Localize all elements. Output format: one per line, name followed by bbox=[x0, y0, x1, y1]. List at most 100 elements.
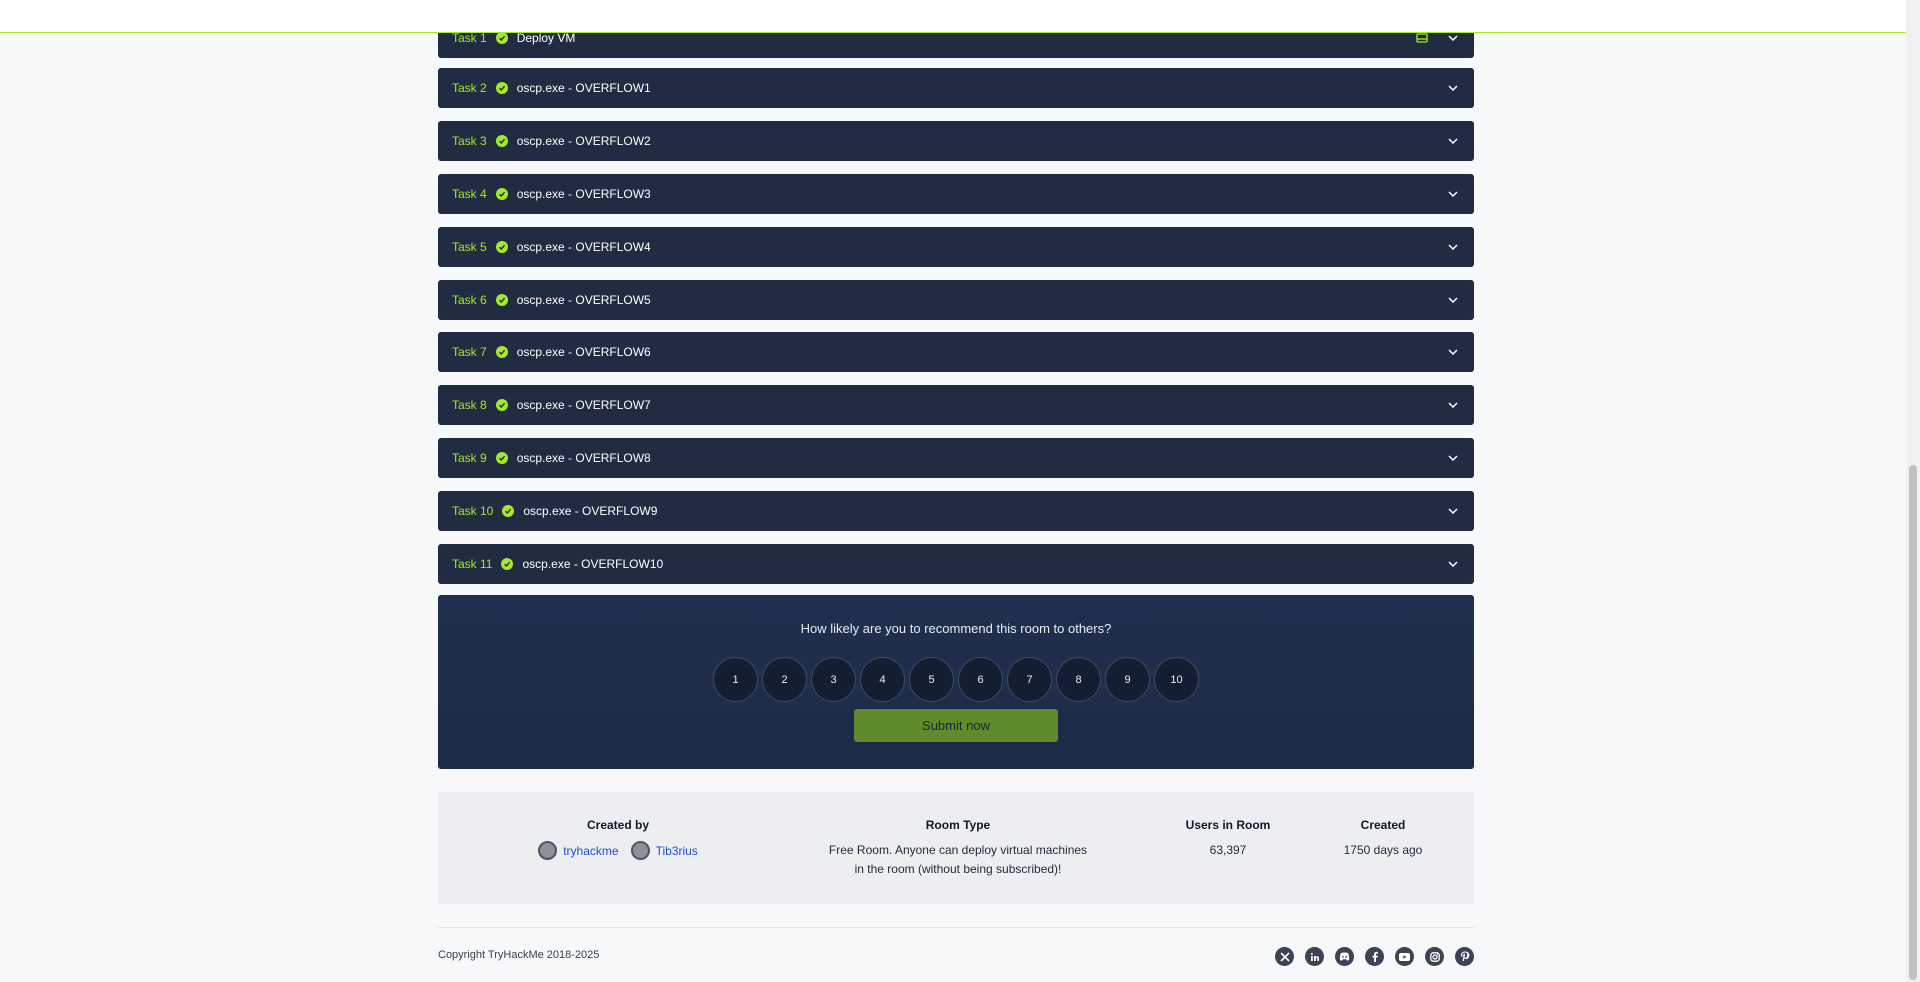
created-heading: Created bbox=[1360, 818, 1406, 832]
task-number: Task 7 bbox=[452, 345, 487, 359]
task-title: oscp.exe - OVERFLOW1 bbox=[516, 81, 651, 95]
instagram-icon[interactable] bbox=[1425, 947, 1444, 966]
chevron-down-icon[interactable] bbox=[1446, 345, 1460, 359]
room-info-panel: Created by tryhackme Tib3rius Room Type … bbox=[438, 792, 1474, 904]
rating-option-9[interactable]: 9 bbox=[1105, 657, 1150, 702]
room-type-section: Room Type Free Room. Anyone can deploy v… bbox=[798, 818, 1118, 879]
scrollbar-thumb[interactable] bbox=[1909, 465, 1917, 980]
top-navbar bbox=[0, 0, 1920, 33]
check-circle-icon bbox=[495, 241, 508, 253]
created-age: 1750 days ago bbox=[1343, 843, 1423, 857]
submit-rating-button[interactable]: Submit now bbox=[854, 709, 1058, 742]
chevron-down-icon[interactable] bbox=[1446, 293, 1460, 307]
task-title: oscp.exe - OVERFLOW2 bbox=[516, 134, 651, 148]
users-heading: Users in Room bbox=[1185, 818, 1271, 832]
task-row-10[interactable]: Task 10 oscp.exe - OVERFLOW9 bbox=[438, 491, 1474, 531]
task-number: Task 5 bbox=[452, 240, 487, 254]
footer-divider bbox=[438, 927, 1474, 928]
task-title: oscp.exe - OVERFLOW5 bbox=[516, 293, 651, 307]
task-number: Task 2 bbox=[452, 81, 487, 95]
created-section: Created 1750 days ago bbox=[1318, 818, 1448, 860]
users-count: 63,397 bbox=[1209, 843, 1247, 857]
rating-option-7[interactable]: 7 bbox=[1007, 657, 1052, 702]
task-number: Task 6 bbox=[452, 293, 487, 307]
task-title: oscp.exe - OVERFLOW4 bbox=[516, 240, 651, 254]
pinterest-icon[interactable] bbox=[1455, 947, 1474, 966]
task-number: Task 1 bbox=[452, 31, 487, 45]
rating-option-1[interactable]: 1 bbox=[713, 657, 758, 702]
rating-option-8[interactable]: 8 bbox=[1056, 657, 1101, 702]
task-row-9[interactable]: Task 9 oscp.exe - OVERFLOW8 bbox=[438, 438, 1474, 478]
task-title: Deploy VM bbox=[516, 31, 576, 45]
task-number: Task 10 bbox=[452, 504, 494, 518]
task-number: Task 9 bbox=[452, 451, 487, 465]
creator-name: Tib3rius bbox=[655, 843, 698, 858]
avatar bbox=[538, 841, 558, 860]
room-type-line1: Free Room. Anyone can deploy virtual mac… bbox=[828, 843, 1088, 857]
chevron-down-icon[interactable] bbox=[1446, 398, 1460, 412]
x-icon[interactable] bbox=[1275, 947, 1294, 966]
avatar bbox=[630, 841, 650, 860]
creator-name: tryhackme bbox=[563, 843, 619, 858]
chevron-down-icon[interactable] bbox=[1446, 451, 1460, 465]
facebook-icon[interactable] bbox=[1365, 947, 1384, 966]
check-circle-icon bbox=[495, 399, 508, 411]
page-scrollbar[interactable] bbox=[1906, 0, 1920, 982]
check-circle-icon bbox=[495, 452, 508, 464]
task-title: oscp.exe - OVERFLOW10 bbox=[522, 557, 664, 571]
task-number: Task 8 bbox=[452, 398, 487, 412]
rating-option-2[interactable]: 2 bbox=[762, 657, 807, 702]
document-icon[interactable] bbox=[1416, 33, 1428, 43]
chevron-down-icon[interactable] bbox=[1446, 81, 1460, 95]
recommend-rating-panel: How likely are you to recommend this roo… bbox=[438, 595, 1474, 769]
created-by-section: Created by tryhackme Tib3rius bbox=[493, 818, 743, 860]
task-title: oscp.exe - OVERFLOW9 bbox=[523, 504, 658, 518]
chevron-down-icon[interactable] bbox=[1446, 240, 1460, 254]
copyright-text: Copyright TryHackMe 2018-2025 bbox=[438, 949, 600, 961]
check-circle-icon bbox=[495, 188, 508, 200]
rating-option-5[interactable]: 5 bbox=[909, 657, 954, 702]
task-row-8[interactable]: Task 8 oscp.exe - OVERFLOW7 bbox=[438, 385, 1474, 425]
creator-link-tryhackme[interactable]: tryhackme bbox=[538, 841, 619, 860]
chevron-down-icon[interactable] bbox=[1446, 31, 1460, 45]
rating-option-4[interactable]: 4 bbox=[860, 657, 905, 702]
check-circle-icon bbox=[501, 558, 514, 570]
task-row-4[interactable]: Task 4 oscp.exe - OVERFLOW3 bbox=[438, 174, 1474, 214]
task-number: Task 11 bbox=[452, 557, 493, 571]
chevron-down-icon[interactable] bbox=[1446, 557, 1460, 571]
check-circle-icon bbox=[495, 135, 508, 147]
task-row-11[interactable]: Task 11 oscp.exe - OVERFLOW10 bbox=[438, 544, 1474, 584]
task-row-5[interactable]: Task 5 oscp.exe - OVERFLOW4 bbox=[438, 227, 1474, 267]
task-title: oscp.exe - OVERFLOW6 bbox=[516, 345, 651, 359]
rating-option-3[interactable]: 3 bbox=[811, 657, 856, 702]
task-row-3[interactable]: Task 3 oscp.exe - OVERFLOW2 bbox=[438, 121, 1474, 161]
task-row-7[interactable]: Task 7 oscp.exe - OVERFLOW6 bbox=[438, 332, 1474, 372]
task-title: oscp.exe - OVERFLOW7 bbox=[516, 398, 651, 412]
check-circle-icon bbox=[495, 346, 508, 358]
task-row-6[interactable]: Task 6 oscp.exe - OVERFLOW5 bbox=[438, 280, 1474, 320]
task-number: Task 4 bbox=[452, 187, 487, 201]
rating-question: How likely are you to recommend this roo… bbox=[800, 621, 1112, 636]
check-circle-icon bbox=[495, 294, 508, 306]
rating-option-10[interactable]: 10 bbox=[1154, 657, 1199, 702]
check-circle-icon bbox=[502, 505, 515, 517]
linkedin-icon[interactable] bbox=[1305, 947, 1324, 966]
social-links bbox=[1275, 947, 1474, 966]
rating-option-6[interactable]: 6 bbox=[958, 657, 1003, 702]
task-title: oscp.exe - OVERFLOW8 bbox=[516, 451, 651, 465]
users-section: Users in Room 63,397 bbox=[1153, 818, 1303, 860]
created-by-heading: Created by bbox=[586, 818, 650, 832]
rating-options: 1 2 3 4 5 6 7 8 9 10 bbox=[438, 657, 1474, 702]
youtube-icon[interactable] bbox=[1395, 947, 1414, 966]
room-type-heading: Room Type bbox=[925, 818, 991, 832]
check-circle-icon bbox=[495, 82, 508, 94]
task-row-2[interactable]: Task 2 oscp.exe - OVERFLOW1 bbox=[438, 68, 1474, 108]
check-circle-icon bbox=[495, 32, 508, 44]
discord-icon[interactable] bbox=[1335, 947, 1354, 966]
task-number: Task 3 bbox=[452, 134, 487, 148]
chevron-down-icon[interactable] bbox=[1446, 134, 1460, 148]
chevron-down-icon[interactable] bbox=[1446, 504, 1460, 518]
task-title: oscp.exe - OVERFLOW3 bbox=[516, 187, 651, 201]
chevron-down-icon[interactable] bbox=[1446, 187, 1460, 201]
creator-link-tib3rius[interactable]: Tib3rius bbox=[630, 841, 698, 860]
